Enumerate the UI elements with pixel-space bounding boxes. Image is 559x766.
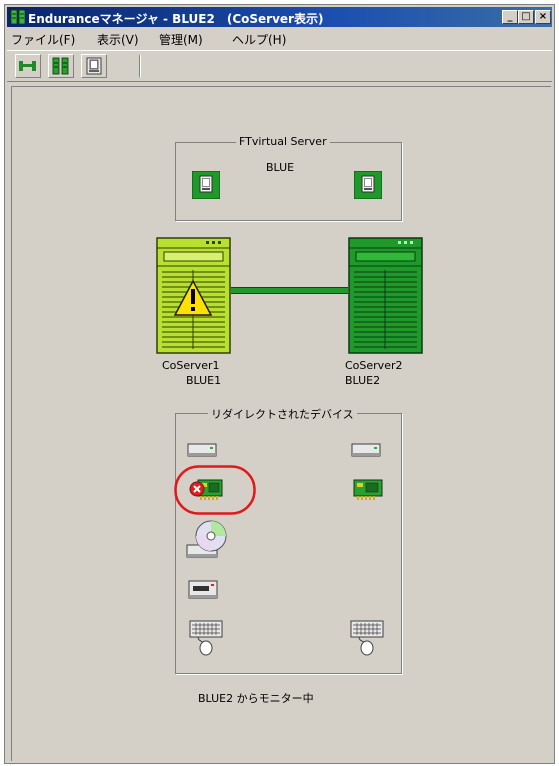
coserver-pair-icon — [52, 57, 69, 75]
keyboard-mouse-icon — [350, 620, 384, 656]
disk-drive-icon — [187, 443, 217, 457]
minimize-button[interactable]: _ — [502, 10, 518, 24]
virtual-server-icon — [86, 57, 102, 75]
coserver1-name: CoServer1 — [162, 359, 220, 372]
endurance-manager-window: Enduranceマネージャ - BLUE2 (CoServer表示) _ □ … — [4, 4, 555, 764]
connection-icon — [19, 61, 36, 71]
coserver-pair-button[interactable] — [48, 54, 74, 78]
keyboard-mouse-right[interactable] — [349, 617, 387, 659]
menu-help[interactable]: ヘルプ(H) — [232, 31, 286, 48]
ftvirtual-server-group-title: FTvirtual Server — [236, 135, 330, 148]
cdrom-drive-left[interactable] — [184, 519, 228, 561]
topology-view: FTvirtual Server BLUE CoServer1 BLUE1 Co… — [11, 86, 551, 761]
virtual-server-icon — [354, 171, 382, 199]
coserver1-node[interactable] — [156, 237, 231, 354]
virtual-server-button[interactable] — [81, 54, 107, 78]
network-card-right[interactable] — [350, 476, 388, 504]
keyboard-mouse-icon — [189, 620, 223, 656]
menu-manage[interactable]: 管理(M) — [159, 31, 203, 48]
network-card-icon — [189, 479, 223, 500]
menu-file[interactable]: ファイル(F) — [11, 31, 75, 48]
toolbar-separator — [139, 55, 141, 77]
toolbar — [7, 50, 552, 82]
maximize-button[interactable]: □ — [518, 10, 534, 24]
coserver2-name: CoServer2 — [345, 359, 403, 372]
menu-bar: ファイル(F) 表示(V) 管理(M) ヘルプ(H) — [7, 29, 552, 48]
virtual-server-name: BLUE — [266, 161, 295, 174]
keyboard-mouse-left[interactable] — [188, 617, 226, 659]
window-title: Enduranceマネージャ - BLUE2 (CoServer表示) — [28, 12, 324, 26]
redirected-devices-group-title: リダイレクトされたデバイス — [208, 406, 357, 422]
virtual-server-node-left[interactable] — [192, 171, 220, 199]
tape-drive-icon — [188, 580, 218, 599]
network-card-icon — [353, 479, 383, 500]
coserver2-node[interactable] — [348, 237, 423, 354]
virtual-server-icon — [192, 171, 220, 199]
coserver2-host: BLUE2 — [345, 374, 381, 387]
cdrom-drive-icon — [186, 520, 227, 558]
network-card-left[interactable] — [188, 476, 226, 504]
disk-drive-icon — [351, 443, 381, 457]
title-bar[interactable]: Enduranceマネージャ - BLUE2 (CoServer表示) _ □ … — [7, 7, 552, 27]
coserver-link-line — [231, 287, 348, 294]
monitoring-status: BLUE2 からモニター中 — [198, 692, 314, 705]
coserver1-host: BLUE1 — [186, 374, 222, 387]
app-icon — [11, 10, 25, 24]
disk-drive-left[interactable] — [186, 437, 220, 461]
disk-drive-right[interactable] — [350, 437, 384, 461]
server-warning-icon — [156, 237, 231, 354]
menu-view[interactable]: 表示(V) — [97, 31, 139, 48]
server-ok-icon — [348, 237, 423, 354]
tape-drive-left[interactable] — [186, 575, 220, 603]
connection-button[interactable] — [15, 54, 41, 78]
virtual-server-node-right[interactable] — [354, 171, 382, 199]
close-button[interactable]: × — [535, 10, 551, 24]
